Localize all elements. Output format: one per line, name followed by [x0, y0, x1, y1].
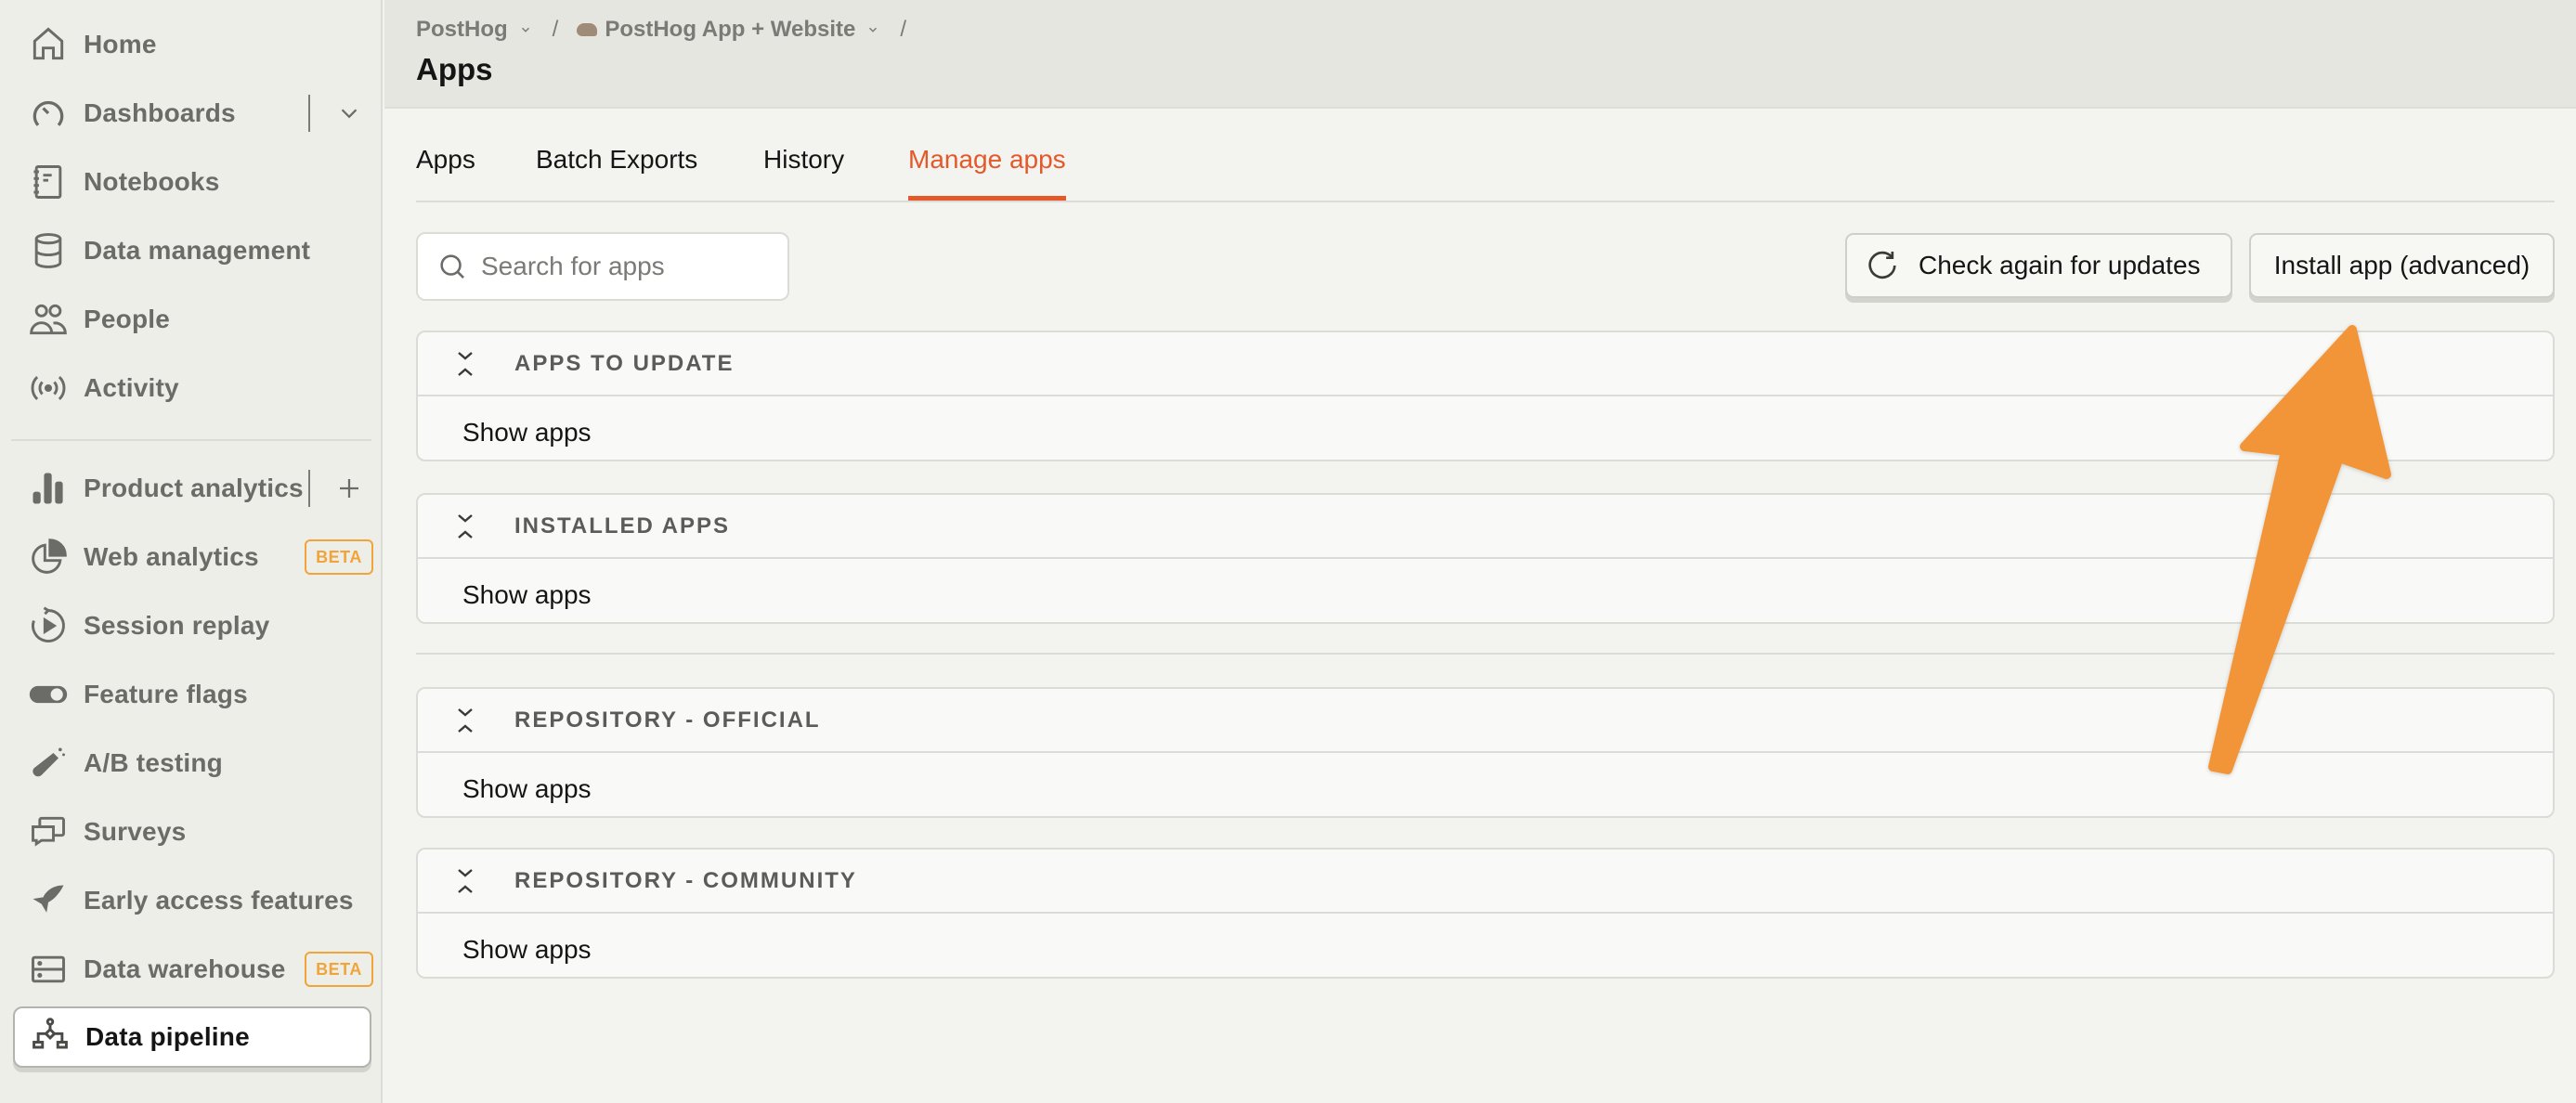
section-header[interactable]: APPS TO UPDATE [418, 332, 2553, 396]
sidebar-item-label: Feature flags [84, 680, 248, 708]
section-title: APPS TO UPDATE [514, 350, 735, 376]
sidebar-item-activity[interactable]: Activity [13, 357, 371, 419]
sidebar-item-label: Data warehouse [84, 954, 286, 983]
sidebar-item-data-management[interactable]: Data management [13, 220, 371, 281]
sidebar-item-label: Web analytics [84, 542, 259, 571]
tab-manage-apps[interactable]: Manage apps [908, 145, 1066, 201]
section-title: REPOSITORY - OFFICIAL [514, 707, 821, 733]
chevron-down-icon [521, 27, 529, 32]
collapse-icon [458, 351, 473, 376]
show-apps-link[interactable]: Show apps [462, 418, 592, 448]
sidebar-item-label: Data management [84, 236, 311, 265]
gauge-icon [26, 91, 71, 136]
section-header[interactable]: INSTALLED APPS [418, 495, 2553, 559]
separator [308, 95, 310, 132]
content-divider [416, 653, 2555, 655]
section-installed-apps: INSTALLED APPS Show apps [416, 493, 2555, 624]
breadcrumb-label: PostHog App + Website [605, 17, 856, 42]
install-app-label: Install app (advanced) [2273, 251, 2530, 279]
breadcrumb-separator: / [900, 17, 907, 42]
replay-icon [26, 603, 71, 648]
sidebar-item-label: A/B testing [84, 748, 223, 777]
notebook-icon [26, 160, 71, 204]
section-title: INSTALLED APPS [514, 513, 731, 539]
tab-apps[interactable]: Apps [416, 145, 475, 201]
search-field[interactable] [416, 232, 789, 301]
rocket-icon [26, 878, 71, 923]
sidebar-divider [11, 439, 371, 441]
database-icon [26, 228, 71, 273]
show-apps-link[interactable]: Show apps [462, 774, 592, 804]
sidebar-item-label: Session replay [84, 611, 270, 640]
chat-bubbles-icon [26, 810, 71, 854]
show-apps-link[interactable]: Show apps [462, 580, 592, 610]
search-input[interactable] [481, 252, 769, 281]
show-apps-link[interactable]: Show apps [462, 935, 592, 965]
broadcast-icon [26, 366, 71, 410]
section-apps-to-update: APPS TO UPDATE Show apps [416, 331, 2555, 461]
search-icon [440, 254, 464, 279]
install-app-button[interactable]: Install app (advanced) [2249, 233, 2555, 298]
sidebar-item-dashboards[interactable]: Dashboards [13, 83, 371, 144]
section-header[interactable]: REPOSITORY - OFFICIAL [418, 689, 2553, 753]
flask-icon [26, 741, 71, 785]
section-title: REPOSITORY - COMMUNITY [514, 867, 857, 893]
sidebar-item-label: People [84, 305, 171, 333]
sidebar-item-data-warehouse[interactable]: Data warehouse BETA [13, 939, 373, 1000]
page-header: PostHog / PostHog App + Website / Apps [384, 0, 2576, 109]
collapse-icon [458, 868, 473, 893]
sidebar-item-label: Home [84, 30, 157, 58]
check-updates-label: Check again for updates [1919, 251, 2201, 279]
breadcrumb-project[interactable]: PostHog App + Website [577, 17, 879, 43]
collapse-icon [458, 707, 473, 733]
bar-chart-icon [26, 466, 71, 511]
sidebar-item-early-access-features[interactable]: Early access features [13, 870, 371, 931]
pipeline-icon [28, 1015, 72, 1059]
chevron-down-icon[interactable] [329, 93, 370, 134]
sidebar-item-home[interactable]: Home [13, 14, 371, 75]
sidebar-item-label: Notebooks [84, 167, 220, 196]
server-icon [26, 947, 71, 992]
sidebar: Home Dashboards Notebooks Data managemen… [0, 0, 383, 1103]
tab-bar: Apps Batch Exports History Manage apps [416, 139, 2555, 202]
section-repository-official: REPOSITORY - OFFICIAL Show apps [416, 687, 2555, 818]
separator [308, 470, 310, 507]
plus-icon[interactable] [329, 468, 370, 509]
sidebar-item-people[interactable]: People [13, 289, 371, 350]
breadcrumb-organization[interactable]: PostHog [416, 17, 532, 43]
sidebar-item-label: Data pipeline [85, 1022, 250, 1051]
check-updates-button[interactable]: Check again for updates [1845, 233, 2232, 298]
sidebar-item-label: Early access features [84, 886, 354, 915]
beta-badge: BETA [305, 952, 373, 987]
tab-history[interactable]: History [763, 145, 844, 201]
tab-batch-exports[interactable]: Batch Exports [536, 145, 697, 201]
sidebar-item-product-analytics[interactable]: Product analytics [13, 458, 371, 519]
breadcrumb-label: PostHog [416, 17, 508, 42]
page-title: Apps [416, 52, 493, 86]
sidebar-item-data-pipeline[interactable]: Data pipeline [13, 1006, 371, 1068]
sidebar-item-label: Surveys [84, 817, 187, 846]
people-icon [26, 297, 71, 342]
sidebar-item-label: Activity [84, 373, 179, 402]
hedgehog-icon [577, 23, 598, 36]
sidebar-item-label: Product analytics [84, 474, 304, 502]
sidebar-item-web-analytics[interactable]: Web analytics BETA [13, 526, 373, 588]
sidebar-item-ab-testing[interactable]: A/B testing [13, 733, 371, 794]
section-repository-community: REPOSITORY - COMMUNITY Show apps [416, 848, 2555, 979]
beta-badge: BETA [305, 539, 373, 575]
sidebar-item-surveys[interactable]: Surveys [13, 801, 371, 863]
sidebar-item-label: Dashboards [84, 98, 236, 127]
section-header[interactable]: REPOSITORY - COMMUNITY [418, 850, 2553, 914]
sidebar-item-notebooks[interactable]: Notebooks [13, 151, 371, 213]
sidebar-item-feature-flags[interactable]: Feature flags [13, 664, 371, 725]
sidebar-item-session-replay[interactable]: Session replay [13, 595, 371, 656]
pie-chart-icon [26, 535, 71, 579]
chevron-down-icon [869, 27, 878, 32]
breadcrumb-separator: / [552, 17, 559, 42]
toggle-icon [26, 672, 71, 717]
collapse-icon [458, 513, 473, 539]
breadcrumb: PostHog / PostHog App + Website / [416, 17, 925, 43]
refresh-icon [1868, 251, 1896, 279]
home-icon [26, 22, 71, 67]
